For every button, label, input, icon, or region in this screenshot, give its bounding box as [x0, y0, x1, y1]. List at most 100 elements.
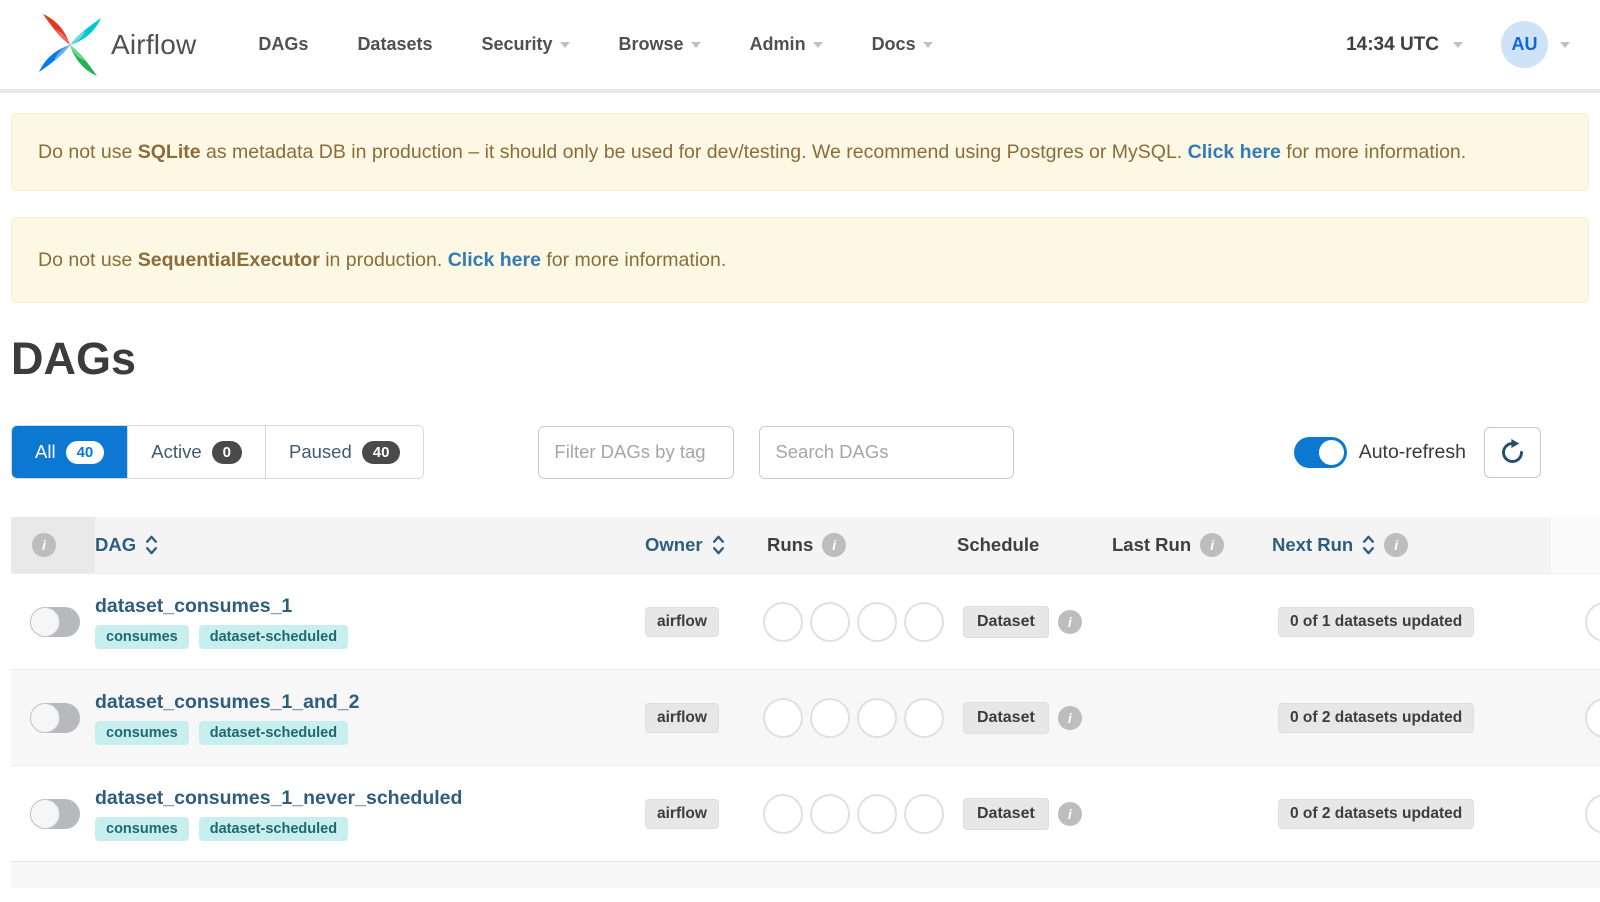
tag-filter-input[interactable]: [538, 425, 735, 479]
chevron-down-icon: [1453, 41, 1463, 48]
owner-badge: airflow: [645, 606, 719, 637]
tab-all[interactable]: All 40: [12, 426, 128, 479]
schedule-badge[interactable]: Dataset: [963, 701, 1049, 734]
info-icon[interactable]: i: [1057, 801, 1082, 826]
last-run-cell: [1106, 670, 1266, 765]
alert-text: for more information.: [1280, 141, 1467, 163]
alert-text: Do not use: [38, 141, 138, 163]
clock-label: 14:34 UTC: [1346, 33, 1439, 55]
schedule-badge[interactable]: Dataset: [963, 797, 1049, 830]
dag-pause-toggle[interactable]: [30, 702, 80, 733]
dag-tag[interactable]: dataset-scheduled: [198, 816, 349, 841]
nav-item-security[interactable]: Security: [481, 34, 570, 55]
task-status-circle[interactable]: [1585, 697, 1600, 738]
tab-active[interactable]: Active 0: [127, 426, 265, 479]
tab-paused[interactable]: Paused 40: [264, 426, 424, 479]
dag-link[interactable]: dataset_consumes_1: [95, 595, 292, 618]
run-status-circle[interactable]: [763, 697, 803, 738]
run-status-circle[interactable]: [810, 601, 850, 642]
next-run-cell: 0 of 2 datasets updated: [1266, 766, 1551, 861]
tab-label: Active: [151, 441, 202, 463]
info-icon[interactable]: i: [1384, 533, 1409, 558]
run-status-circle[interactable]: [857, 601, 897, 642]
dag-pause-toggle[interactable]: [30, 606, 80, 637]
header-schedule: Schedule: [951, 517, 1106, 573]
nav-item-docs[interactable]: Docs: [872, 34, 933, 55]
schedule-badge[interactable]: Dataset: [963, 605, 1049, 638]
dag-pause-toggle[interactable]: [30, 798, 80, 829]
info-icon[interactable]: i: [1057, 705, 1082, 730]
nav-item-browse[interactable]: Browse: [619, 34, 701, 55]
table-row: dataset_consumes_1 consumes dataset-sche…: [11, 573, 1600, 670]
dag-link[interactable]: dataset_consumes_1_and_2: [95, 691, 359, 714]
airflow-brand[interactable]: Airflow: [37, 12, 196, 78]
owner-cell: airflow: [639, 574, 761, 669]
run-status-circle[interactable]: [857, 793, 897, 834]
sort-icon[interactable]: [1362, 534, 1375, 556]
task-status-circle[interactable]: [1585, 793, 1600, 834]
pause-toggle-cell: [11, 670, 95, 765]
nav-item-admin[interactable]: Admin: [750, 34, 823, 55]
nav-item-datasets[interactable]: Datasets: [357, 34, 432, 55]
auto-refresh-control: Auto-refresh: [1293, 436, 1466, 468]
toggle-knob: [30, 702, 60, 733]
filter-toolbar: All 40 Active 0 Paused 40 Auto-refresh: [11, 425, 1541, 480]
column-label: Runs: [767, 534, 814, 556]
header-next-run[interactable]: Next Run i: [1266, 517, 1551, 573]
nav-item-dags[interactable]: DAGs: [258, 34, 308, 55]
dag-tag[interactable]: consumes: [95, 816, 189, 841]
dag-tag[interactable]: consumes: [95, 624, 189, 649]
run-status-circle[interactable]: [810, 697, 850, 738]
header-spill: [1551, 517, 1600, 574]
info-icon[interactable]: i: [32, 533, 56, 558]
run-status-circle[interactable]: [857, 697, 897, 738]
dag-name-cell: dataset_consumes_1_and_2 consumes datase…: [95, 670, 639, 765]
dag-link[interactable]: dataset_consumes_1_never_scheduled: [95, 787, 462, 810]
run-status-circle[interactable]: [904, 793, 944, 834]
click-here-link[interactable]: Click here: [448, 249, 541, 271]
chevron-down-icon: [922, 41, 933, 48]
alert-text: Do not use: [38, 249, 138, 272]
click-here-link[interactable]: Click here: [1188, 141, 1281, 163]
table-header-row: i DAG Owner Runs i Schedule Last Run i N…: [11, 517, 1600, 574]
header-dag[interactable]: DAG: [95, 517, 639, 573]
tag-row: consumes dataset-scheduled: [95, 720, 349, 745]
run-status-circle[interactable]: [763, 601, 803, 642]
run-status-circle[interactable]: [810, 793, 850, 834]
user-menu-chevron-icon[interactable]: [1560, 41, 1570, 48]
sort-icon[interactable]: [712, 534, 725, 556]
last-run-cell: [1106, 766, 1266, 861]
alert-text: in production.: [319, 249, 448, 272]
header-toggle-col: i: [11, 517, 95, 574]
header-owner[interactable]: Owner: [639, 517, 761, 573]
column-label: Last Run: [1112, 534, 1192, 556]
schedule-cell: Dataset i: [951, 670, 1106, 765]
timezone-selector[interactable]: 14:34 UTC: [1346, 34, 1463, 56]
run-status-circle[interactable]: [904, 697, 944, 738]
toggle-knob: [30, 798, 60, 829]
task-status-circle[interactable]: [1585, 601, 1600, 642]
auto-refresh-toggle[interactable]: [1293, 436, 1347, 468]
sort-icon[interactable]: [145, 534, 158, 556]
dag-tag[interactable]: consumes: [95, 720, 189, 745]
next-run-badge: 0 of 2 datasets updated: [1278, 702, 1475, 733]
navbar-right: 14:34 UTC AU: [1346, 21, 1570, 68]
run-status-circle[interactable]: [904, 601, 944, 642]
schedule-cell: Dataset i: [951, 766, 1106, 861]
info-icon[interactable]: i: [1057, 609, 1082, 634]
page-title: DAGs: [11, 333, 137, 385]
user-avatar[interactable]: AU: [1501, 21, 1548, 68]
count-badge: 0: [211, 440, 242, 464]
info-icon[interactable]: i: [822, 533, 847, 558]
dag-tag[interactable]: dataset-scheduled: [198, 720, 349, 745]
dag-tag[interactable]: dataset-scheduled: [198, 624, 349, 649]
dag-filter-tabs: All 40 Active 0 Paused 40: [11, 425, 425, 480]
dag-name-cell: dataset_consumes_1_never_scheduled consu…: [95, 766, 639, 861]
run-status-circle[interactable]: [763, 793, 803, 834]
refresh-button[interactable]: [1484, 426, 1541, 478]
info-icon[interactable]: i: [1200, 533, 1225, 558]
auto-refresh-label: Auto-refresh: [1358, 440, 1466, 463]
search-dags-input[interactable]: [759, 425, 1015, 479]
top-navbar: Airflow DAGs Datasets Security Browse Ad…: [0, 0, 1600, 93]
last-run-cell: [1106, 574, 1266, 669]
